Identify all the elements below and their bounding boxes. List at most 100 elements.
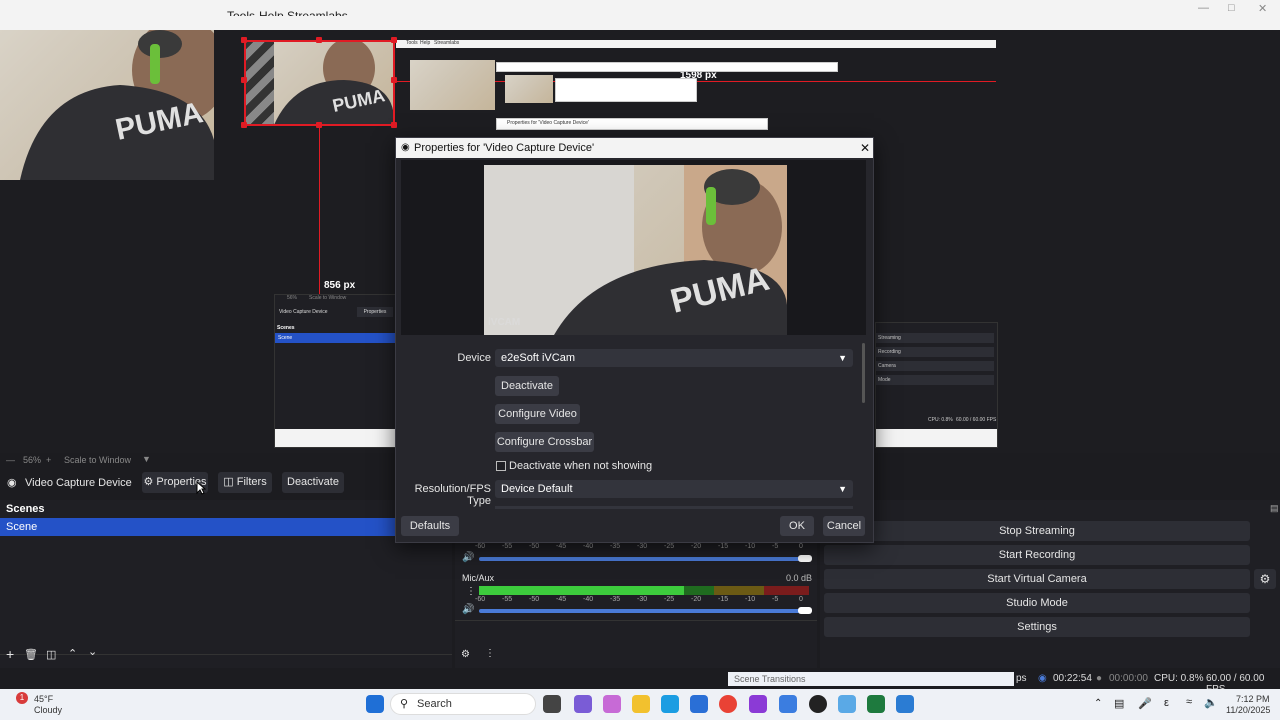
scale-tick: -30 [637, 596, 648, 603]
stop-streaming-button[interactable]: Stop Streaming [824, 521, 1250, 541]
scale-tick: -25 [664, 596, 675, 603]
filters-button[interactable]: ◫ Filters [218, 472, 272, 493]
resize-handle-br[interactable] [391, 122, 397, 128]
deactivate-when-not-showing-label: Deactivate when not showing [509, 460, 653, 472]
cancel-button[interactable]: Cancel [823, 516, 865, 536]
teams-icon[interactable] [574, 695, 592, 713]
configure-crossbar-button[interactable]: Configure Crossbar [495, 432, 594, 452]
store-icon[interactable] [690, 695, 708, 713]
nested-taskbar-right [876, 429, 997, 447]
app-icon-2[interactable] [779, 695, 797, 713]
search-icon: ⚲ [400, 698, 409, 710]
windows-start-icon[interactable] [366, 695, 384, 713]
speaker-icon[interactable]: 🔈 [1204, 696, 1218, 709]
mic-volume-icon[interactable]: 🔊 [462, 604, 474, 615]
audio-mixer: -60 -55 -50 -45 -40 -35 -30 -25 -20 -15 … [455, 536, 817, 668]
dock-float-icon[interactable]: ▤ [1270, 503, 1279, 514]
move-up-icon[interactable]: ⌃ [68, 647, 77, 660]
dropdown-arrow-icon: ▼ [838, 353, 847, 363]
scene-item[interactable]: Scene [0, 518, 396, 536]
stream-icon: ◉ [1038, 673, 1047, 684]
scene-filters-icon[interactable]: ◫ [46, 648, 56, 661]
microphone-icon[interactable]: 🎤 [1138, 697, 1152, 710]
zoom-in-icon[interactable]: + [46, 455, 51, 465]
obs-logo-icon: ◉ [401, 142, 410, 153]
mic-aux-db: 0.0 dB [786, 573, 813, 583]
resolution-select[interactable]: Device Default ▼ [495, 480, 853, 498]
webcam-source-image[interactable]: PUMA [0, 18, 228, 180]
deactivate-button[interactable]: Deactivate [282, 472, 344, 493]
resize-handle-l[interactable] [241, 77, 247, 83]
mic-volume-slider[interactable] [479, 609, 809, 613]
dialog-close-icon[interactable]: ✕ [860, 141, 870, 155]
weather-temp[interactable]: 45°F [34, 694, 53, 704]
app-icon-4[interactable] [867, 695, 885, 713]
dialog-scrollbar[interactable] [862, 343, 865, 403]
resize-handle-r[interactable] [391, 77, 397, 83]
edge-icon[interactable] [661, 695, 679, 713]
device-select[interactable]: e2eSoft iVCam ▼ [495, 349, 853, 367]
virtual-camera-settings-icon[interactable]: ⚙ [1254, 569, 1276, 589]
mixer-settings-icon[interactable]: ⚙ [461, 649, 470, 660]
filter-icon: ◫ [223, 476, 234, 488]
nested-ctrl-1: Streaming [876, 333, 994, 343]
scale-tick: -20 [691, 596, 702, 603]
task-view-icon[interactable] [543, 695, 561, 713]
deactivate-checkbox[interactable] [496, 461, 506, 471]
app-icon-5[interactable] [896, 695, 914, 713]
resize-handle-tr[interactable] [391, 37, 397, 43]
maximize-icon[interactable]: □ [1228, 2, 1235, 14]
configure-video-button[interactable]: Configure Video [495, 404, 580, 424]
scale-to-window[interactable]: Scale to Window [64, 455, 131, 465]
resize-handle-t[interactable] [316, 37, 322, 43]
language-icon[interactable]: ε [1164, 697, 1169, 709]
mixer-menu-icon[interactable]: ⋮ [485, 648, 495, 659]
mic-slider-knob[interactable] [798, 607, 812, 614]
start-virtual-camera-button[interactable]: Start Virtual Camera [824, 569, 1250, 589]
scale-tick: -60 [475, 596, 486, 603]
file-explorer-icon[interactable] [632, 695, 650, 713]
nested-recursive-1 [410, 60, 495, 110]
taskbar-search[interactable]: ⚲ Search [390, 693, 536, 715]
remove-scene-icon[interactable]: 🗑 [24, 648, 38, 661]
scale-tick: -15 [718, 596, 729, 603]
ok-button[interactable]: OK [780, 516, 814, 536]
settings-button[interactable]: Settings [824, 617, 1250, 637]
nested-scale: Scale to Window [309, 295, 347, 301]
zoom-out-icon[interactable]: — [6, 455, 15, 465]
selection-bounding-box[interactable] [244, 40, 395, 126]
start-recording-button[interactable]: Start Recording [824, 545, 1250, 565]
copilot-icon[interactable] [603, 695, 621, 713]
status-bar: Scene Transitions ps ◉ 00:22:54 ● 00:00:… [0, 670, 1280, 695]
dialog-titlebar: ◉ Properties for 'Video Capture Device' … [396, 138, 873, 158]
close-window-icon[interactable]: ✕ [1258, 2, 1267, 15]
clock-date[interactable]: 11/20/2025 [1226, 705, 1270, 715]
resize-handle-bl[interactable] [241, 122, 247, 128]
scale-dropdown-icon[interactable]: ▼ [142, 454, 151, 464]
chrome-icon[interactable] [719, 695, 737, 713]
add-scene-icon[interactable]: + [6, 646, 14, 662]
volume-icon[interactable]: 🔊 [462, 552, 474, 563]
clock-time[interactable]: 7:12 PM [1236, 694, 1270, 704]
weather-badge: 1 [16, 692, 28, 704]
resize-handle-tl[interactable] [241, 37, 247, 43]
studio-mode-button[interactable]: Studio Mode [824, 593, 1250, 613]
app-icon-1[interactable] [749, 695, 767, 713]
meter-yellow [714, 586, 764, 595]
source-name: Video Capture Device [25, 477, 132, 489]
move-down-icon[interactable]: ⌄ [88, 645, 97, 658]
channel1-volume-slider[interactable] [479, 557, 809, 561]
stream-time: 00:22:54 [1053, 673, 1092, 684]
device-label: Device [457, 352, 491, 364]
app-icon-3[interactable] [838, 695, 856, 713]
defaults-button[interactable]: Defaults [401, 516, 459, 536]
nested-zoom: 56% [287, 295, 298, 301]
tray-app-icon[interactable]: ▤ [1114, 697, 1124, 710]
obs-taskbar-icon[interactable] [809, 695, 827, 713]
weather-desc[interactable]: Cloudy [34, 705, 62, 715]
dialog-deactivate-button[interactable]: Deactivate [495, 376, 559, 396]
wifi-icon[interactable]: ≈ [1186, 696, 1192, 708]
minimize-icon[interactable]: — [1198, 2, 1209, 14]
channel1-slider-knob[interactable] [798, 555, 812, 562]
tray-chevron-icon[interactable]: ⌃ [1094, 698, 1102, 709]
